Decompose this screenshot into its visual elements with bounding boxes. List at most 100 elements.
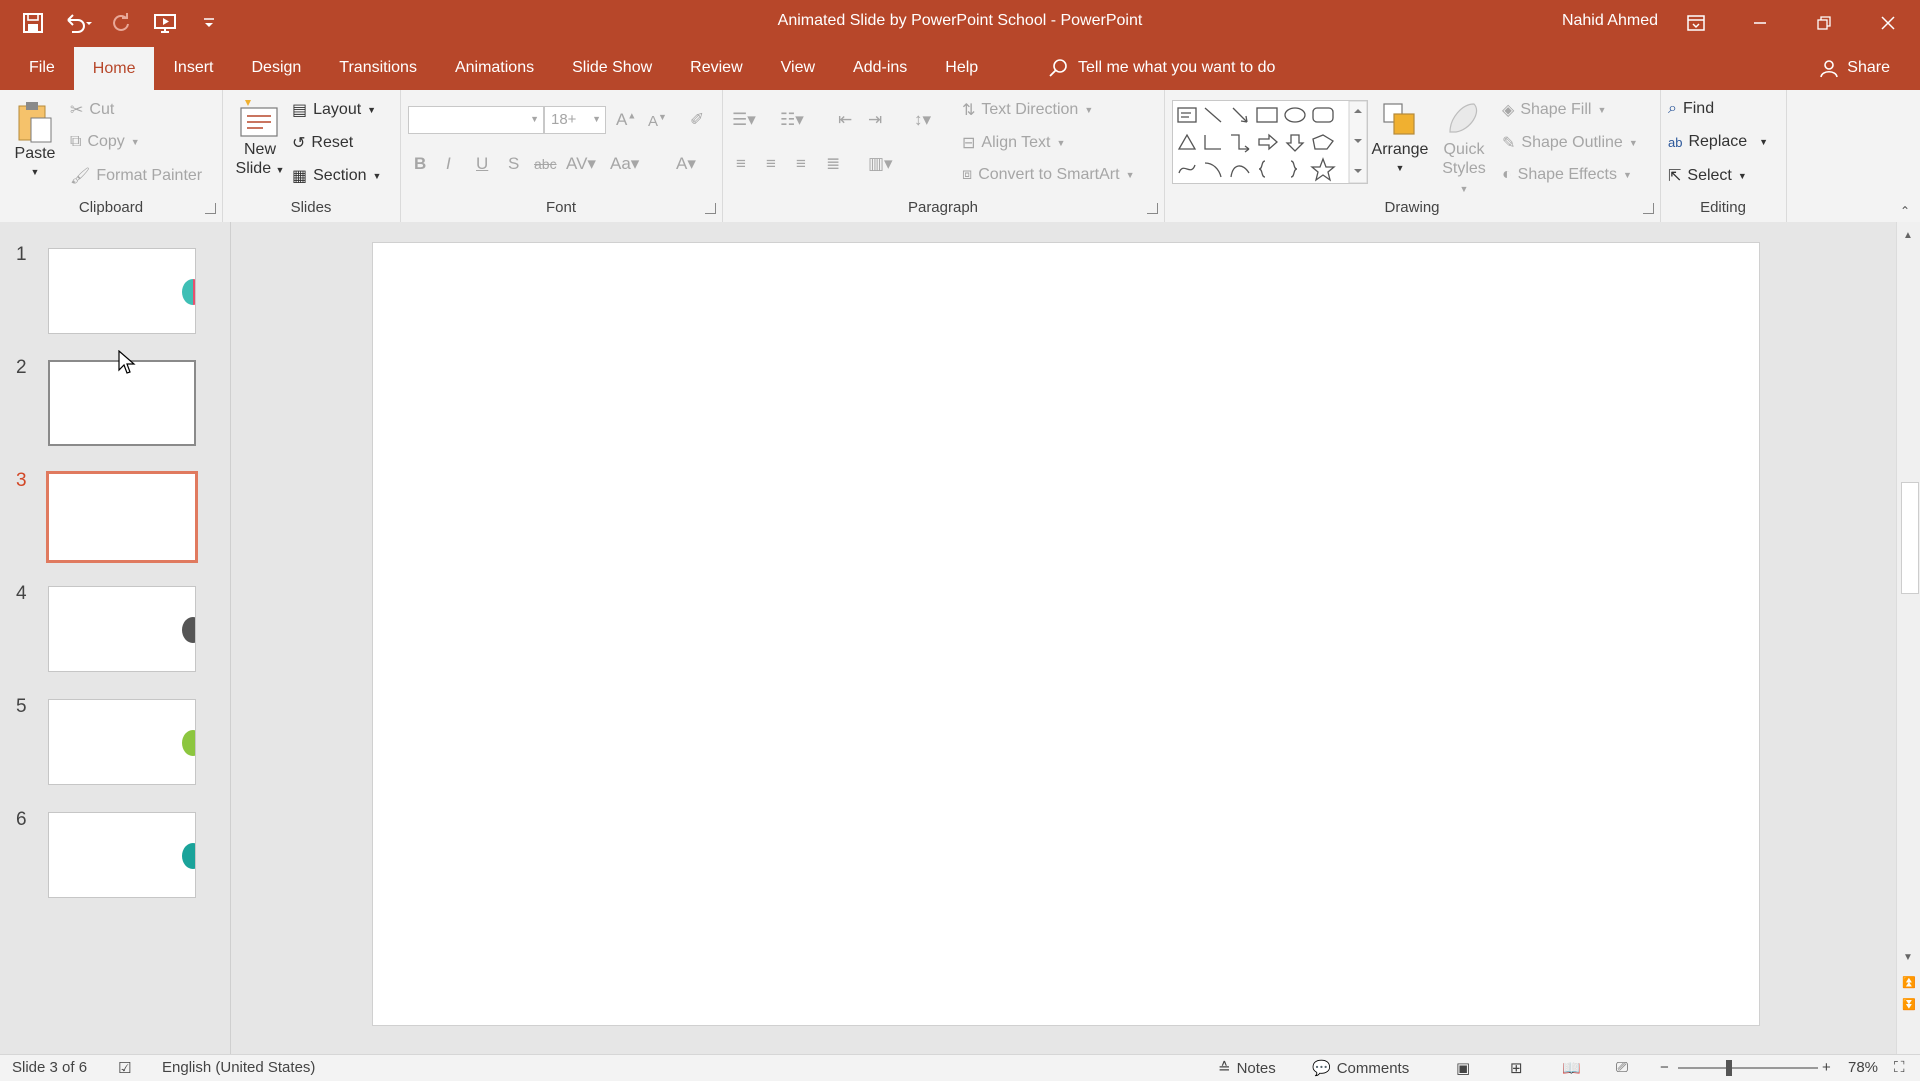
zoom-in-icon[interactable]: + [1822, 1059, 1831, 1076]
chevron-down-icon: ▼ [1125, 170, 1135, 180]
replace-button[interactable]: ab Replace ▼ [1668, 133, 1768, 151]
previous-slide-icon[interactable]: ⏫ [1902, 976, 1916, 989]
italic-icon[interactable]: I [446, 154, 451, 174]
tab-file[interactable]: File [10, 45, 74, 90]
slide-thumbnail-6[interactable] [48, 812, 196, 898]
character-spacing-icon[interactable]: AV▾ [566, 154, 596, 174]
new-slide-button[interactable]: New Slide ▼ [234, 98, 286, 180]
font-launcher-icon[interactable] [705, 203, 716, 214]
drawing-launcher-icon[interactable] [1643, 203, 1654, 214]
shape-effects-button[interactable]: ◐ Shape Effects ▼ [1502, 166, 1632, 184]
increase-font-size-icon[interactable]: A▲ [616, 110, 636, 130]
bullets-icon[interactable]: ☰▾ [732, 110, 756, 130]
underline-icon[interactable]: U [476, 154, 488, 174]
share-button[interactable]: Share [1819, 45, 1890, 90]
scroll-down-icon[interactable]: ▼ [1903, 952, 1913, 963]
zoom-level[interactable]: 78% [1848, 1059, 1878, 1076]
tab-transitions[interactable]: Transitions [320, 45, 436, 90]
align-right-icon[interactable]: ≡ [796, 154, 806, 174]
share-label: Share [1847, 58, 1890, 76]
close-icon[interactable] [1856, 0, 1920, 45]
ribbon-display-options-icon[interactable] [1664, 0, 1728, 45]
format-painter-button[interactable]: 🖌 Format Painter [70, 166, 202, 186]
arrange-button[interactable]: Arrange ▼ [1370, 100, 1430, 178]
reading-view-icon[interactable]: 📖 [1562, 1059, 1581, 1077]
language-indicator[interactable]: English (United States) [162, 1059, 315, 1076]
minimize-icon[interactable] [1728, 0, 1792, 45]
shape-outline-button[interactable]: ✎ Shape Outline ▼ [1502, 133, 1638, 153]
align-center-icon[interactable]: ≡ [766, 154, 776, 174]
slide-thumbnail-1[interactable] [48, 248, 196, 334]
zoom-out-icon[interactable]: − [1660, 1059, 1669, 1076]
format-painter-label: Format Painter [96, 167, 203, 184]
select-button[interactable]: ⇱ Select ▼ [1668, 166, 1747, 186]
paragraph-launcher-icon[interactable] [1147, 203, 1158, 214]
font-size-value: 18+ [551, 111, 577, 128]
tab-animations[interactable]: Animations [436, 45, 553, 90]
bold-icon[interactable]: B [414, 154, 426, 174]
zoom-slider-handle[interactable] [1726, 1060, 1732, 1076]
reset-button[interactable]: ↺ Reset [292, 133, 353, 153]
notes-button[interactable]: ≙ Notes [1218, 1059, 1276, 1078]
shape-fill-button[interactable]: ◈ Shape Fill ▼ [1502, 100, 1606, 120]
normal-view-icon[interactable]: ▣ [1456, 1059, 1470, 1077]
layout-button[interactable]: ▤ Layout ▼ [292, 100, 376, 120]
copy-button[interactable]: ⧉ Copy ▼ [70, 133, 140, 151]
clipboard-launcher-icon[interactable] [205, 203, 216, 214]
increase-indent-icon[interactable]: ⇥ [868, 110, 882, 130]
reset-icon: ↺ [292, 135, 306, 152]
tab-home[interactable]: Home [73, 47, 155, 90]
slide-thumbnail-4[interactable] [48, 586, 196, 672]
comments-label: Comments [1336, 1059, 1410, 1077]
strikethrough-icon[interactable]: abc [534, 156, 557, 172]
restore-icon[interactable] [1792, 0, 1856, 45]
align-text-button[interactable]: ⊟ Align Text ▼ [962, 133, 1065, 153]
collapse-ribbon-icon[interactable]: ⌃ [1900, 204, 1910, 218]
slide-thumbnail-3[interactable] [46, 471, 198, 563]
vertical-scrollbar[interactable]: ▲ ▼ ⏫ ⏬ [1896, 222, 1920, 1054]
tab-design[interactable]: Design [232, 45, 320, 90]
tab-review[interactable]: Review [671, 45, 761, 90]
tab-help[interactable]: Help [926, 45, 997, 90]
scroll-up-icon[interactable]: ▲ [1903, 230, 1913, 241]
spelling-check-icon[interactable]: ☑ [118, 1059, 131, 1077]
slide-show-icon[interactable]: ⎚ [1616, 1059, 1628, 1076]
convert-to-smartart-button[interactable]: ⧈ Convert to SmartArt ▼ [962, 166, 1134, 184]
text-direction-button[interactable]: ⇅ Text Direction ▼ [962, 100, 1093, 120]
cut-button[interactable]: ✂ Cut [70, 100, 114, 120]
tab-slide-show[interactable]: Slide Show [553, 45, 671, 90]
current-slide-canvas[interactable] [372, 242, 1760, 1026]
slide-number: 1 [16, 244, 27, 265]
shapes-gallery[interactable] [1172, 100, 1368, 184]
change-case-icon[interactable]: Aa▾ [610, 154, 639, 174]
find-button[interactable]: ⌕ Find [1668, 100, 1714, 118]
tell-me-search[interactable]: Tell me what you want to do [1048, 45, 1275, 90]
align-left-icon[interactable]: ≡ [736, 154, 746, 174]
paste-button[interactable]: Paste ▼ [12, 100, 58, 182]
slide-thumbnail-5[interactable] [48, 699, 196, 785]
numbering-icon[interactable]: ☷▾ [780, 110, 804, 130]
slide-sorter-icon[interactable]: ⊞ [1510, 1059, 1523, 1077]
tab-view[interactable]: View [762, 45, 834, 90]
next-slide-icon[interactable]: ⏬ [1902, 998, 1916, 1011]
justify-icon[interactable]: ≣ [826, 154, 840, 174]
tab-insert[interactable]: Insert [154, 45, 232, 90]
decrease-indent-icon[interactable]: ⇤ [838, 110, 852, 130]
tab-add-ins[interactable]: Add-ins [834, 45, 926, 90]
fit-slide-icon[interactable]: ⛶ [1894, 1059, 1905, 1076]
section-button[interactable]: ▦ Section ▼ [292, 166, 381, 186]
quick-styles-button[interactable]: Quick Styles ▼ [1436, 100, 1492, 199]
font-color-icon[interactable]: A▾ [676, 154, 696, 174]
columns-icon[interactable]: ▥▾ [868, 154, 893, 174]
user-name[interactable]: Nahid Ahmed [1562, 12, 1658, 30]
clear-formatting-icon[interactable]: ✐ [690, 110, 704, 130]
comments-button[interactable]: 💬 Comments [1312, 1059, 1410, 1078]
decrease-font-size-icon[interactable]: A▼ [648, 112, 667, 130]
font-size-combo[interactable]: 18+ ▼ [544, 106, 606, 134]
text-shadow-icon[interactable]: S [508, 154, 519, 174]
zoom-slider[interactable] [1678, 1060, 1818, 1076]
scrollbar-thumb[interactable] [1901, 482, 1919, 594]
copy-label: Copy [87, 133, 125, 150]
font-name-combo[interactable]: ▼ [408, 106, 544, 134]
line-spacing-icon[interactable]: ↕▾ [914, 110, 931, 130]
